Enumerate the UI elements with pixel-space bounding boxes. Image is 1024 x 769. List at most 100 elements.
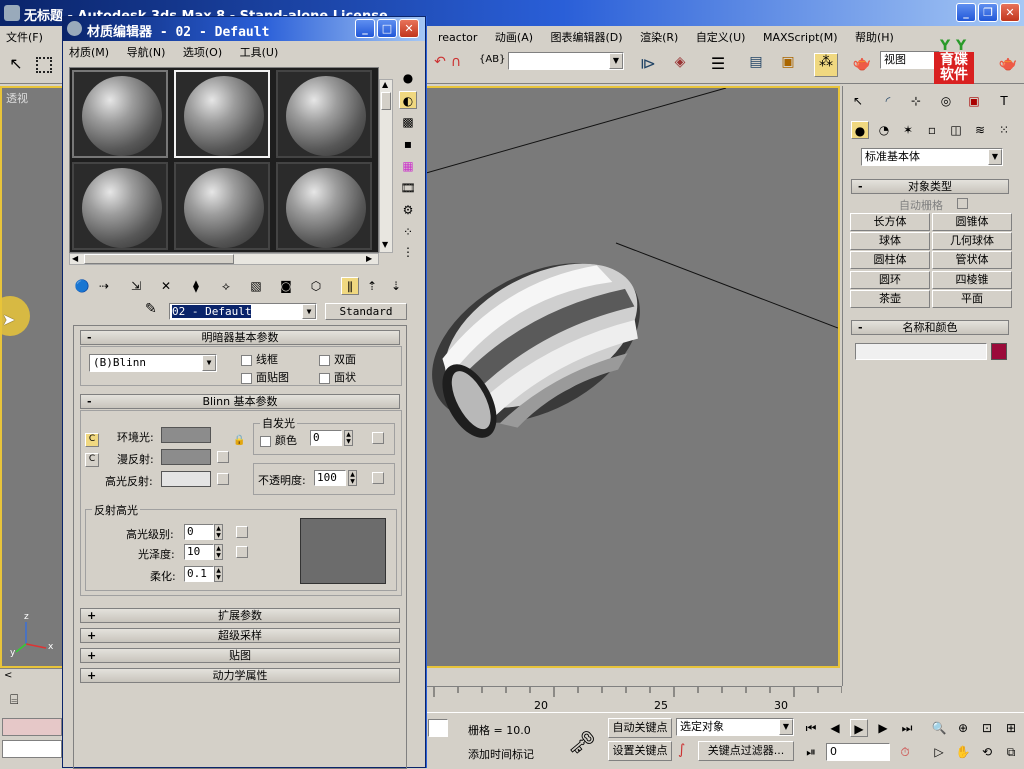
pyramid-button[interactable]: 四棱锥 xyxy=(932,271,1012,289)
plane-button[interactable]: 平面 xyxy=(932,290,1012,308)
put-to-library-icon[interactable]: ⟡ xyxy=(217,277,235,295)
specular-level-spinner[interactable]: ▲ ▼ xyxy=(214,524,223,540)
go-forward-to-sibling-icon[interactable]: ⇡ xyxy=(363,277,381,295)
zoom-icon[interactable]: 🔍 xyxy=(930,719,948,737)
cylinder-button[interactable]: 圆柱体 xyxy=(850,251,930,269)
face-map-checkbox[interactable] xyxy=(241,372,252,384)
scroll-down-icon[interactable]: ▼ xyxy=(382,240,388,249)
menu-options[interactable]: 选项(O) xyxy=(183,46,222,59)
material-name-field[interactable]: 02 - Default ▼ xyxy=(169,303,317,320)
max-script-listener-field[interactable] xyxy=(2,718,62,736)
material-effects-channel-icon[interactable]: ▧ xyxy=(247,277,265,295)
menu-material[interactable]: 材质(M) xyxy=(69,46,109,59)
create-tab-icon[interactable]: ↖ xyxy=(849,92,867,110)
zoom-all-icon[interactable]: ⊕ xyxy=(954,719,972,737)
get-material-icon[interactable]: 🔵 xyxy=(73,277,91,295)
rect-select-icon[interactable] xyxy=(32,53,56,77)
restore-button[interactable]: ❐ xyxy=(978,3,998,22)
primitive-category-dropdown[interactable]: 标准基本体 ▼ xyxy=(861,148,1003,166)
diffuse-lock-toggle-icon[interactable]: C xyxy=(85,453,99,467)
sample-slot-2[interactable] xyxy=(174,70,270,158)
key-mode-toggle-icon[interactable]: ⏯ xyxy=(802,743,820,761)
current-frame-field[interactable]: 0 xyxy=(826,743,890,761)
previous-frame-icon[interactable]: ◀ xyxy=(826,719,844,737)
geometry-icon[interactable]: ● xyxy=(851,121,869,139)
display-tab-icon[interactable]: ▣ xyxy=(965,92,983,110)
key-mode-icon[interactable]: 🗝 xyxy=(568,731,596,756)
hierarchy-tab-icon[interactable]: ⊹ xyxy=(907,92,925,110)
sample-slot-1[interactable] xyxy=(72,70,168,158)
goto-start-icon[interactable]: ⏮ xyxy=(802,719,820,737)
geosphere-button[interactable]: 几何球体 xyxy=(932,232,1012,250)
viewport-label[interactable]: 透视 xyxy=(6,90,28,106)
reset-map-icon[interactable]: ✕ xyxy=(157,277,175,295)
sample-type-sphere-icon[interactable]: ● xyxy=(399,69,417,87)
cameras-icon[interactable]: ▫ xyxy=(923,121,941,139)
assign-material-icon[interactable]: ⇲ xyxy=(127,277,145,295)
glossiness-map-button[interactable] xyxy=(236,546,248,558)
self-illum-value-field[interactable]: 0 xyxy=(310,430,342,446)
selection-set-dropdown[interactable]: 选定对象 ▼ xyxy=(676,718,794,736)
coordinate-field[interactable] xyxy=(428,719,448,737)
faceted-checkbox[interactable] xyxy=(319,372,330,384)
backlight-icon[interactable]: ◐ xyxy=(399,91,417,109)
name-color-rollout-header[interactable]: - 名称和颜色 xyxy=(851,320,1009,335)
sample-uv-tiling-icon[interactable]: ▪ xyxy=(399,135,417,153)
material-type-button[interactable]: Standard xyxy=(325,303,407,320)
sample-slot-5[interactable] xyxy=(174,162,270,250)
glossiness-field[interactable]: 10 xyxy=(184,544,214,560)
align-icon[interactable]: ◈ xyxy=(668,53,692,77)
track-view-icon[interactable]: ⌸ xyxy=(10,692,18,708)
specular-color-swatch[interactable] xyxy=(161,471,211,487)
cone-button[interactable]: 圆锥体 xyxy=(932,213,1012,231)
lights-icon[interactable]: ✶ xyxy=(899,121,917,139)
box-button[interactable]: 长方体 xyxy=(850,213,930,231)
scroll-thumb[interactable] xyxy=(381,92,391,110)
curve-editor-icon[interactable]: ▤ xyxy=(744,53,768,77)
field-of-view-icon[interactable]: ▷ xyxy=(930,743,948,761)
object-name-field[interactable] xyxy=(855,343,987,360)
opacity-value-field[interactable]: 100 xyxy=(314,470,346,486)
systems-icon[interactable]: ⁙ xyxy=(995,121,1013,139)
soften-field[interactable]: 0.1 xyxy=(184,566,214,582)
render-view-dropdown[interactable]: 视图 xyxy=(880,51,940,69)
quick-render-teapot-icon[interactable]: 🫖 xyxy=(996,53,1020,77)
extended-params-header[interactable]: + 扩展参数 xyxy=(80,608,400,623)
put-material-to-scene-icon[interactable]: ⇢ xyxy=(95,277,113,295)
sample-slot-3[interactable] xyxy=(276,70,372,158)
autogrid-checkbox[interactable] xyxy=(957,198,968,209)
modify-tab-icon[interactable]: ◜ xyxy=(879,92,897,110)
menu-animation[interactable]: 动画(A) xyxy=(495,31,533,44)
ambient-color-swatch[interactable] xyxy=(161,427,211,443)
arc-rotate-icon[interactable]: ⟲ xyxy=(978,743,996,761)
hscroll-thumb[interactable] xyxy=(84,254,234,264)
space-warps-icon[interactable]: ≋ xyxy=(971,121,989,139)
default-in-out-tangent-icon[interactable]: ∫ xyxy=(678,742,685,758)
specular-map-button[interactable] xyxy=(217,473,229,485)
object-type-rollout-header[interactable]: - 对象类型 xyxy=(851,179,1009,194)
menu-reactor[interactable]: reactor xyxy=(438,31,477,44)
scroll-left-icon[interactable]: ◀ xyxy=(72,254,78,263)
show-map-in-viewport-icon[interactable]: ◙ xyxy=(277,277,295,295)
two-sided-checkbox[interactable] xyxy=(319,354,330,366)
opacity-map-button[interactable] xyxy=(372,472,384,484)
layer-manager-icon[interactable]: ☰ xyxy=(706,53,730,77)
maps-header[interactable]: + 贴图 xyxy=(80,648,400,663)
menu-file[interactable]: 文件(F) xyxy=(6,29,43,45)
make-unique-icon[interactable]: ⧫ xyxy=(187,277,205,295)
zoom-extents-all-icon[interactable]: ⊞ xyxy=(1002,719,1020,737)
wire-checkbox[interactable] xyxy=(241,354,252,366)
shapes-icon[interactable]: ◔ xyxy=(875,121,893,139)
soften-spinner[interactable]: ▲ ▼ xyxy=(214,566,223,582)
dynamics-properties-header[interactable]: + 动力学属性 xyxy=(80,668,400,683)
next-frame-icon[interactable]: ▶ xyxy=(874,719,892,737)
teapot-button[interactable]: 茶壶 xyxy=(850,290,930,308)
material-editor-icon[interactable]: ⁂ xyxy=(814,53,838,77)
named-selection-dropdown[interactable]: ▼ xyxy=(508,52,624,70)
menu-customize[interactable]: 自定义(U) xyxy=(696,31,746,44)
zoom-extents-icon[interactable]: ⊡ xyxy=(978,719,996,737)
tube-button[interactable]: 管状体 xyxy=(932,251,1012,269)
blinn-basic-params-header[interactable]: - Blinn 基本参数 xyxy=(80,394,400,409)
menu-rendering[interactable]: 渲染(R) xyxy=(640,31,678,44)
material-editor-maximize-button[interactable]: □ xyxy=(377,19,397,38)
